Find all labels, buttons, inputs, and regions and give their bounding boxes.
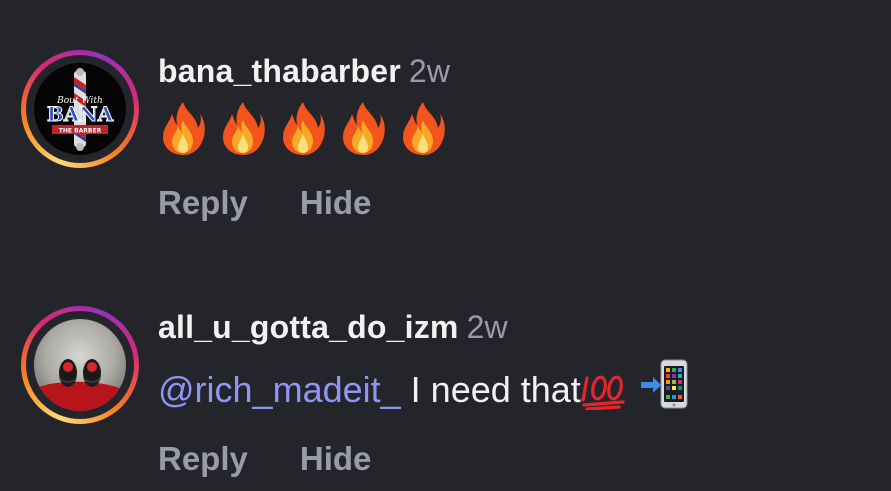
comment-body [160,100,446,156]
comment-header: all_u_gotta_do_izm 2w [158,309,508,346]
fire-emoji [283,102,325,155]
comments-list: Bout With BANA THE BARBER bana_thabarber… [0,0,891,491]
mobile-phone-arrow-icon [639,358,691,419]
avatar[interactable]: Bout With BANA THE BARBER [34,63,126,155]
timestamp: 2w [466,309,508,345]
fire-emoji [223,102,265,155]
comment-actions: Reply Hide [158,184,371,222]
reply-button[interactable]: Reply [158,440,248,478]
comment-actions: Reply Hide [158,440,371,478]
hide-button[interactable]: Hide [300,184,372,222]
timestamp: 2w [408,53,451,89]
fire-emoji [343,102,385,155]
hundred-points-icon [581,370,629,419]
story-ring[interactable] [21,306,139,424]
reply-button[interactable]: Reply [158,184,248,222]
username[interactable]: all_u_gotta_do_izm [158,309,459,345]
comment-header: bana_thabarber 2w [158,53,450,90]
comment-text: I need that [410,369,581,410]
username[interactable]: bana_thabarber [158,53,401,89]
fire-emoji [403,102,445,155]
avatar[interactable] [34,319,126,411]
fire-emoji [163,102,205,155]
avatar-logo-text: BANA [47,102,114,126]
story-ring[interactable]: Bout With BANA THE BARBER [21,50,139,168]
avatar-banner-text: THE BARBER [59,128,102,135]
hide-button[interactable]: Hide [300,440,372,478]
mention-link[interactable]: @rich_madeit_ [158,369,401,410]
comment-body: @rich_madeit_ I need that [158,358,691,419]
